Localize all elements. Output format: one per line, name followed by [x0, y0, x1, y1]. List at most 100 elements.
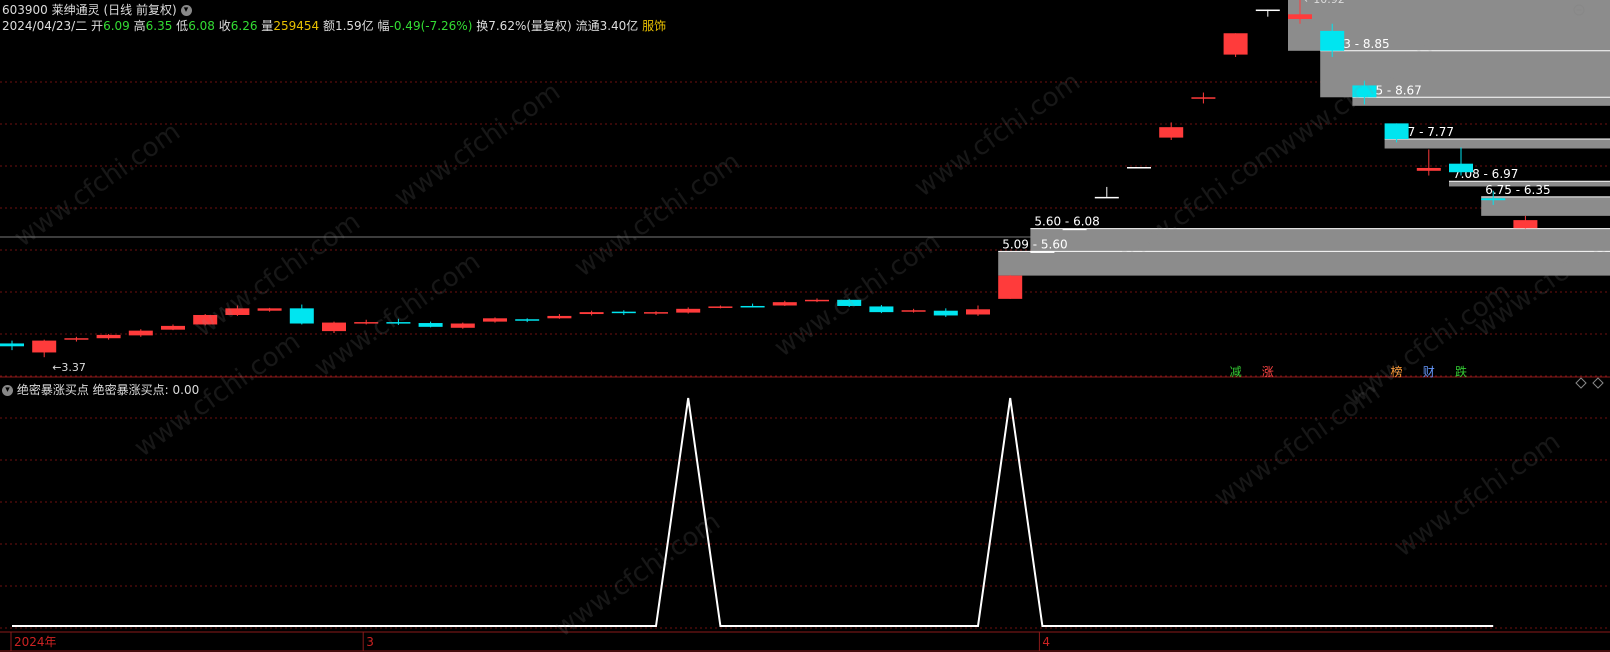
- indicator-header: ▾ 绝密暴涨买点 绝密暴涨买点: 0.00: [2, 382, 199, 398]
- price-header: 603900 莱绅通灵 (日线 前复权) ▾ 2024/04/23/二 开6.0…: [2, 2, 666, 34]
- candle-body: [998, 275, 1023, 299]
- candle-body: [322, 322, 346, 332]
- candle: [966, 305, 990, 316]
- event-marker: 涨: [1262, 364, 1274, 379]
- candle: [901, 308, 926, 313]
- candle-body: [1449, 163, 1473, 173]
- candle-body: [96, 334, 121, 339]
- candle-body: [257, 308, 282, 311]
- candle: [386, 318, 411, 325]
- candle: [547, 314, 572, 319]
- diamond-icon[interactable]: [1575, 377, 1587, 389]
- candle-body: [547, 315, 572, 319]
- level-band-label: 5.60 - 6.08: [1034, 215, 1099, 229]
- candle-body: [225, 308, 250, 315]
- low-annotation: ←3.37: [52, 361, 86, 374]
- candle: [1094, 186, 1119, 199]
- settings-icon[interactable]: ▾: [180, 5, 192, 16]
- candle: [32, 339, 57, 358]
- indicator-name: 绝密暴涨买点: [16, 383, 89, 397]
- volume-value: 259454: [273, 19, 320, 33]
- candle-body: [1030, 251, 1055, 253]
- sector-value[interactable]: 服饰: [642, 19, 666, 33]
- candle-body: [1191, 97, 1216, 99]
- candle: [1191, 92, 1216, 104]
- candle-body: [483, 318, 507, 322]
- minimize-icon[interactable]: [1573, 4, 1585, 16]
- candle: [933, 308, 958, 317]
- candle: [837, 298, 862, 307]
- level-band-label: 6.75 - 6.35: [1485, 183, 1550, 197]
- candle-body: [1513, 220, 1538, 229]
- candle-body: [418, 323, 443, 327]
- level-band-label: 5.09 - 5.60: [1002, 237, 1067, 251]
- indicator-value: 绝密暴涨买点: 0.00: [92, 383, 200, 397]
- event-marker: 榜: [1391, 364, 1403, 379]
- candle-body: [644, 312, 668, 314]
- candle: [289, 304, 314, 325]
- candle: [483, 317, 507, 323]
- candle: [64, 336, 89, 342]
- title-line: 603900 莱绅通灵 (日线 前复权) ▾: [2, 2, 666, 18]
- candle: [579, 310, 604, 316]
- quote-line: 2024/04/23/二 开6.09 高6.35 低6.08 收6.26 量25…: [2, 18, 666, 34]
- high-value: 6.35: [145, 19, 173, 33]
- candle-body: [32, 340, 57, 353]
- candle: [740, 303, 765, 308]
- stock-code: 603900: [2, 3, 48, 17]
- level-band-rect: [998, 251, 1610, 276]
- candle: [450, 322, 475, 329]
- candle-body: [579, 312, 604, 315]
- candle: [1223, 33, 1248, 57]
- candle-body: [515, 319, 540, 321]
- x-axis-label: 3: [366, 635, 374, 649]
- candle: [354, 319, 379, 325]
- diamond-icon-2[interactable]: [1592, 377, 1604, 389]
- quote-date: 2024/04/23/二: [2, 19, 88, 33]
- event-marker: 跌: [1455, 364, 1467, 379]
- kline-chart[interactable]: 10.92 - 9.839.83 - 8.858.85 - 8.677.97 -…: [0, 0, 1610, 652]
- x-axis-label: 2024年: [14, 635, 57, 649]
- low-label: 低: [176, 19, 189, 33]
- x-axis-label: 4: [1042, 635, 1050, 649]
- candle: [1127, 167, 1151, 169]
- candle: [161, 324, 185, 331]
- candle-body: [1320, 30, 1345, 51]
- candle-body: [1352, 85, 1377, 98]
- candle: [96, 333, 121, 340]
- candle-body: [740, 305, 765, 308]
- candle-body: [772, 302, 797, 306]
- candle-body: [354, 322, 379, 324]
- candle-body: [1384, 123, 1409, 140]
- candle-body: [708, 306, 733, 308]
- close-label: 收: [218, 19, 231, 33]
- candle-body: [1094, 196, 1119, 199]
- candle-body: [386, 322, 411, 324]
- candle: [515, 318, 540, 323]
- candle: [1159, 122, 1184, 140]
- indicator-settings-icon[interactable]: ▾: [2, 385, 13, 396]
- event-marker: 财: [1423, 365, 1435, 379]
- level-band-rect: [1352, 97, 1610, 106]
- candle: [128, 329, 153, 337]
- level-band-rect: [1030, 228, 1610, 252]
- candle-body: [1481, 198, 1506, 201]
- candle-body: [1223, 33, 1248, 55]
- candle: [1449, 147, 1473, 176]
- candle: [1062, 228, 1087, 231]
- volume-label: 量: [261, 19, 274, 33]
- candle-body: [933, 310, 958, 316]
- candle: [1255, 9, 1280, 17]
- candle: [418, 321, 443, 328]
- candle-body: [450, 323, 475, 328]
- candle-body: [1127, 167, 1151, 169]
- stock-name: 莱绅通灵: [51, 3, 100, 17]
- low-value: 6.08: [188, 19, 215, 33]
- candle-body: [1255, 9, 1280, 12]
- candle: [805, 298, 829, 303]
- candle-body: [1062, 228, 1087, 231]
- candle: [644, 311, 668, 315]
- close-value: 6.26: [230, 19, 258, 33]
- open-label: 开: [91, 19, 104, 33]
- candle-body: [1416, 167, 1441, 171]
